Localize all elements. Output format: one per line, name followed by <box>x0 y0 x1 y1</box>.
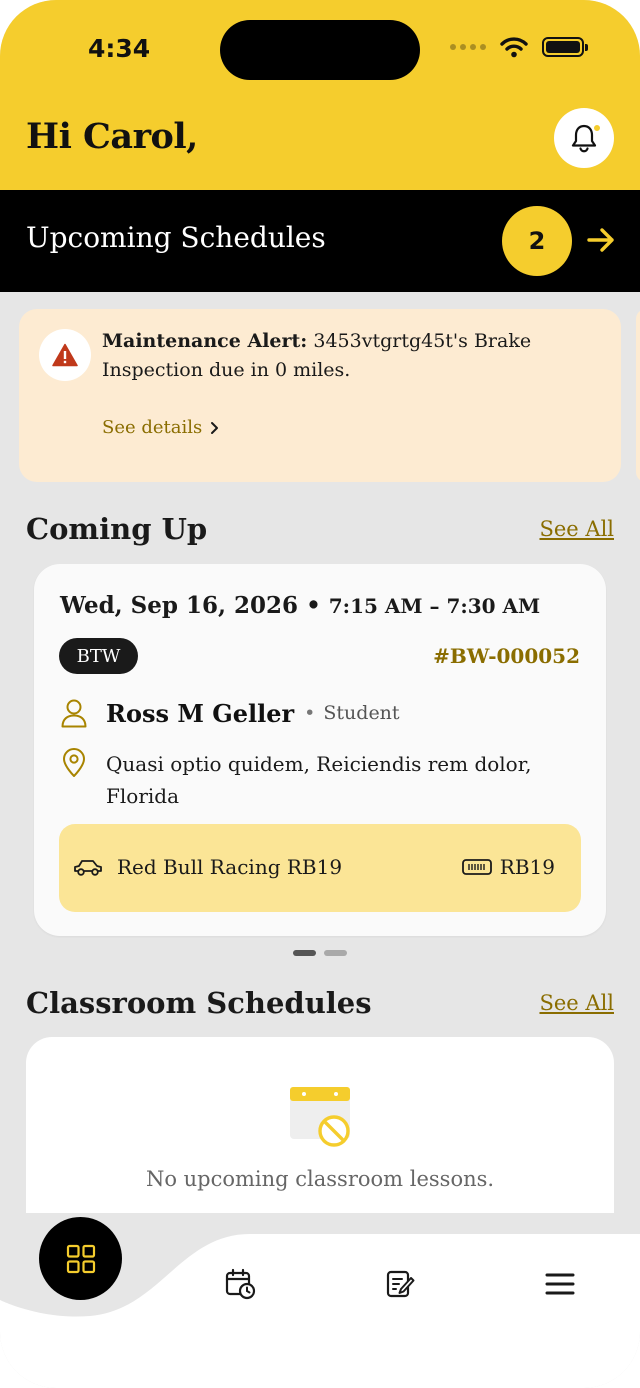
schedule-date: Wed, Sep 16, 2026 <box>60 592 299 619</box>
student-name: Ross M Geller <box>106 698 295 728</box>
date-separator: • <box>306 592 321 619</box>
car-icon <box>74 860 102 876</box>
menu-icon <box>545 1273 575 1295</box>
see-details-link[interactable]: See details <box>102 417 220 438</box>
location-address: Quasi optio quidem, Reiciendis rem dolor… <box>106 752 532 808</box>
notes-edit-icon <box>386 1270 415 1298</box>
alert-label: Maintenance Alert: <box>102 330 308 352</box>
see-details-label: See details <box>102 417 203 438</box>
pager-dot[interactable] <box>324 950 347 956</box>
empty-state-text: No upcoming classroom lessons. <box>145 1167 495 1191</box>
location-row: Quasi optio quidem, Reiciendis rem dolor… <box>60 748 566 812</box>
notification-dot <box>592 123 602 133</box>
classroom-empty-card: No upcoming classroom lessons. <box>26 1037 614 1213</box>
upcoming-count-badge: 2 <box>502 206 572 276</box>
license-plate-icon <box>461 859 492 875</box>
greeting: Hi Carol, <box>26 116 198 157</box>
wifi-icon <box>500 37 528 58</box>
maintenance-alert-card: Maintenance Alert: 3453vtgrtg45t's Brake… <box>19 309 621 482</box>
vehicle-name: Red Bull Racing RB19 <box>117 855 343 879</box>
vehicle-plate-row: RB19 <box>461 855 555 879</box>
dynamic-island <box>220 20 420 80</box>
schedule-time: 7:15 AM – 7:30 AM <box>328 594 541 618</box>
status-icons <box>450 36 588 58</box>
status-time: 4:34 <box>88 34 151 63</box>
signal-icon <box>450 44 486 50</box>
alert-message: Maintenance Alert: 3453vtgrtg45t's Brake… <box>102 327 582 385</box>
coming-up-see-all-link[interactable]: See All <box>539 517 614 541</box>
nav-menu-button[interactable] <box>542 1266 578 1302</box>
battery-icon <box>542 37 588 57</box>
calendar-clock-icon <box>225 1268 256 1300</box>
grid-icon <box>66 1244 95 1273</box>
chevron-right-icon <box>211 421 219 434</box>
next-alert-card-peek[interactable] <box>636 309 640 482</box>
booking-id: #BW-000052 <box>433 644 580 668</box>
location-pin-icon <box>63 748 85 777</box>
calendar-blocked-icon <box>290 1087 350 1147</box>
arrow-right-icon[interactable] <box>586 225 616 255</box>
notifications-button[interactable] <box>554 108 614 168</box>
app-screen: 4:34 Hi Carol, Upcoming Schedules 2 Main… <box>0 0 640 1388</box>
warning-icon <box>39 329 91 381</box>
vehicle-plate: RB19 <box>499 855 555 879</box>
carousel-pager <box>293 950 347 956</box>
lesson-type-badge: BTW <box>59 638 138 674</box>
nav-home-button[interactable] <box>39 1217 122 1300</box>
header: 4:34 Hi Carol, <box>0 0 640 190</box>
upcoming-schedules-title: Upcoming Schedules <box>26 221 326 254</box>
user-icon <box>61 699 87 728</box>
vehicle-info: Red Bull Racing RB19 RB19 <box>59 824 581 912</box>
schedule-card[interactable]: Wed, Sep 16, 2026 • 7:15 AM – 7:30 AM BTW … <box>34 564 606 936</box>
classroom-schedules-title: Classroom Schedules <box>26 986 372 1020</box>
coming-up-title: Coming Up <box>26 512 208 546</box>
classroom-see-all-link[interactable]: See All <box>539 991 614 1015</box>
nav-notes-button[interactable] <box>382 1266 418 1302</box>
pager-dot-active[interactable] <box>293 950 316 956</box>
vehicle-name-row: Red Bull Racing RB19 <box>73 855 342 879</box>
nav-schedule-button[interactable] <box>222 1266 258 1302</box>
student-role: Student <box>304 702 399 724</box>
student-row: Ross M Geller Student <box>60 698 400 728</box>
schedule-datetime: Wed, Sep 16, 2026 • 7:15 AM – 7:30 AM <box>60 592 540 619</box>
